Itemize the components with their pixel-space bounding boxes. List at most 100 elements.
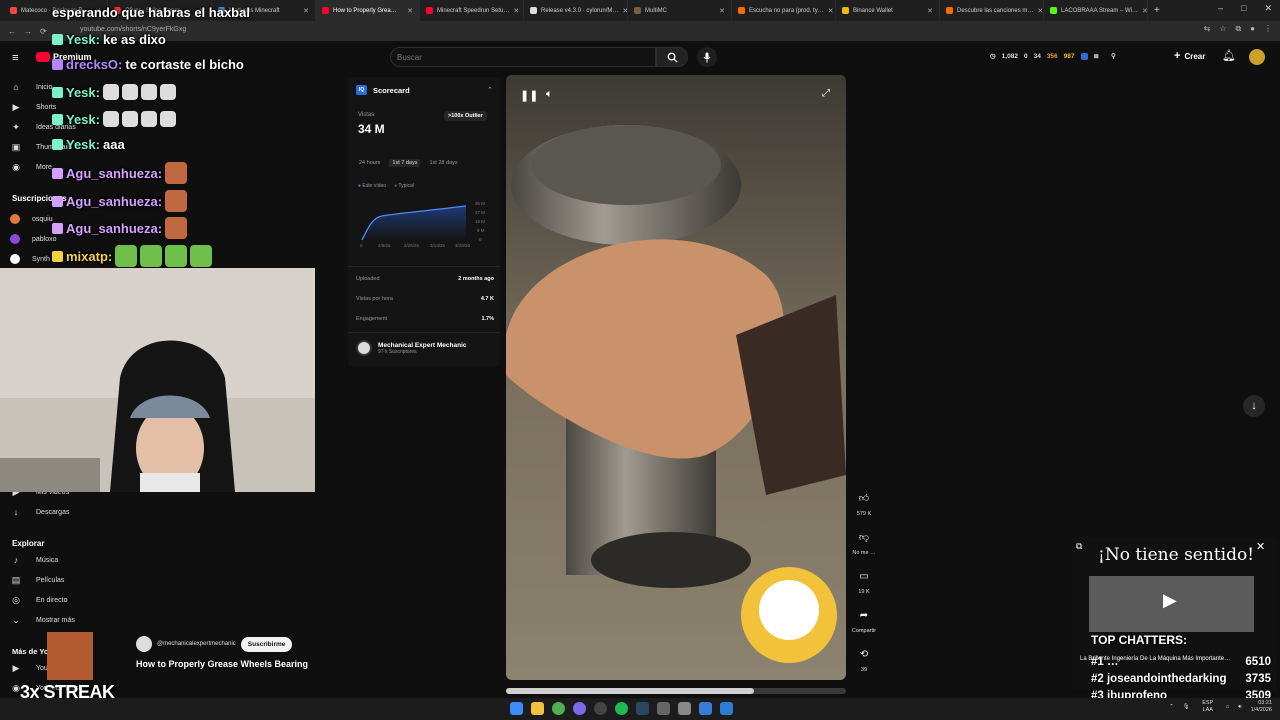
menu-dots-icon[interactable]: ⋮ xyxy=(1264,24,1272,34)
scorecard-channel[interactable]: Mechanical Expert Mechanic 97 k Suscript… xyxy=(356,340,467,356)
tab-24-hours[interactable]: 24 hours xyxy=(356,159,383,167)
chat-message: Yesk: aaa xyxy=(52,137,125,152)
browser-tab[interactable]: LACOBRAAA Stream – Wi… ✕ xyxy=(1044,0,1148,21)
extension-icon[interactable]: ⧉ xyxy=(1235,24,1241,34)
language-indicator[interactable]: ESP LAA xyxy=(1199,700,1217,714)
voice-search-button[interactable] xyxy=(697,47,717,67)
comments-button[interactable]: ▭ 19 K xyxy=(850,566,878,596)
bookmark-star-icon[interactable]: ☆ xyxy=(1219,24,1226,34)
sidebar-item[interactable]: ↓ Descargas xyxy=(10,507,70,517)
pip-icon[interactable]: ⧉ xyxy=(1076,541,1082,552)
sidebar-item[interactable]: ◉ More xyxy=(10,162,52,173)
tab-close-icon[interactable]: ✕ xyxy=(407,7,413,15)
obs-icon[interactable] xyxy=(594,702,607,715)
chrome-icon[interactable] xyxy=(552,702,565,715)
browser-tab[interactable]: Minecraft Speedrun Setu… ✕ xyxy=(420,0,524,21)
forward-icon[interactable]: → xyxy=(24,27,32,36)
settings-icon[interactable] xyxy=(657,702,670,715)
editor-icon[interactable] xyxy=(678,702,691,715)
search-icon xyxy=(667,52,678,63)
extension-puzzle-icon[interactable]: ⚲ xyxy=(1111,52,1116,60)
maximize-button[interactable]: □ xyxy=(1241,3,1246,14)
browser-tab[interactable]: MultiMC ✕ xyxy=(628,0,732,21)
browser-tab[interactable]: How to Properly Grea… ✕ xyxy=(316,0,420,21)
discord-icon[interactable] xyxy=(573,702,586,715)
streamer-webcam xyxy=(0,268,315,492)
scorecard-ext-icon[interactable] xyxy=(1080,52,1088,60)
stat-value: 356 xyxy=(1046,52,1058,60)
vscode-icon[interactable] xyxy=(720,702,733,715)
tab-first-28-days[interactable]: 1st 28 days xyxy=(426,159,460,167)
app-icon[interactable] xyxy=(699,702,712,715)
user-avatar[interactable] xyxy=(1249,49,1265,65)
search-button[interactable] xyxy=(656,47,688,67)
subscription-item[interactable]: osquiu xyxy=(10,214,53,224)
clock[interactable]: 03:21 1/4/2026 xyxy=(1251,700,1272,714)
translate-icon[interactable]: ⇆ xyxy=(1204,24,1211,34)
close-icon[interactable]: ✕ xyxy=(1256,540,1265,553)
subscription-item[interactable]: pabloxo xyxy=(10,234,57,244)
tab-close-icon[interactable]: ✕ xyxy=(828,7,834,15)
tab-close-icon[interactable]: ✕ xyxy=(1037,7,1043,15)
browser-tab[interactable]: Release v4.3.0 · cylorun/M… ✕ xyxy=(524,0,628,21)
play-icon[interactable]: ▶ xyxy=(1163,590,1177,611)
sidebar-item[interactable]: ⌂ Inicio xyxy=(10,82,52,92)
video-progress-bar[interactable] xyxy=(506,688,846,694)
download-icon: ↓ xyxy=(13,507,19,517)
file-explorer-icon[interactable] xyxy=(531,702,544,715)
tab-first-7-days[interactable]: 1st 7 days xyxy=(389,159,421,167)
fullscreen-icon[interactable]: ⤢ xyxy=(822,88,830,99)
browser-tab[interactable]: Binance Wallet ✕ xyxy=(836,0,940,21)
windows-start-icon[interactable] xyxy=(510,702,523,715)
notifications-bell-icon[interactable]: 🔔︎ xyxy=(1222,49,1236,62)
share-button[interactable]: ➦ Compartir xyxy=(850,605,878,635)
close-window-button[interactable]: ✕ xyxy=(1264,3,1272,14)
stat-value: 987 xyxy=(1063,52,1075,60)
tab-close-icon[interactable]: ✕ xyxy=(1142,7,1147,15)
pause-icon[interactable]: ❚❚ xyxy=(520,89,538,102)
tab-close-icon[interactable]: ✕ xyxy=(927,7,933,15)
minimize-button[interactable]: – xyxy=(1218,3,1223,14)
mic-tray-icon[interactable]: 🎙︎ xyxy=(1183,704,1190,710)
like-button[interactable]: 👍︎ 579 K xyxy=(850,488,878,517)
sidebar-item[interactable]: ♪ Música xyxy=(10,555,58,565)
streak-avatar xyxy=(47,632,93,680)
subscribe-button[interactable]: Suscribirme xyxy=(240,636,293,652)
subscription-item[interactable]: Synth xyxy=(10,254,50,264)
tab-close-icon[interactable]: ✕ xyxy=(719,7,725,15)
create-button[interactable]: + Crear xyxy=(1174,50,1205,62)
tab-close-icon[interactable]: ✕ xyxy=(513,7,519,15)
remix-button[interactable]: ⟲ 39 xyxy=(850,644,878,674)
profile-icon[interactable]: ● xyxy=(1250,24,1255,34)
network-icon[interactable]: ⌂ xyxy=(1226,704,1229,710)
new-tab-icon[interactable]: + xyxy=(1154,5,1160,16)
short-video-player[interactable]: ❚❚ 🔈︎ ⤢ xyxy=(506,75,846,680)
chart-ext-icon[interactable]: ≣ xyxy=(1094,52,1099,60)
tab-close-icon[interactable]: ✕ xyxy=(303,7,309,15)
short-title[interactable]: How to Properly Grease Wheels Bearing xyxy=(136,659,308,669)
volume-icon[interactable]: 🔈︎ xyxy=(546,88,553,101)
chat-username: Agu_sanhueza: xyxy=(66,165,163,181)
steam-icon[interactable] xyxy=(636,702,649,715)
channel-handle[interactable]: @mechanicalexpertmechanic xyxy=(157,641,236,647)
reload-icon[interactable]: ⟳ xyxy=(40,27,47,36)
sidebar-item[interactable]: ▶ Shorts xyxy=(10,102,57,113)
channel-avatar[interactable] xyxy=(136,636,152,652)
hamburger-menu-icon[interactable]: ≡ xyxy=(12,52,18,64)
mini-player-video[interactable]: ▶ xyxy=(1089,576,1254,632)
channel-avatar xyxy=(10,234,20,244)
spotify-icon[interactable] xyxy=(615,702,628,715)
search-input[interactable]: Buscar xyxy=(390,47,656,67)
next-short-button[interactable]: ↓ xyxy=(1243,395,1265,417)
collapse-chevron-icon[interactable]: ⌃ xyxy=(487,86,493,94)
browser-tab[interactable]: Escucha no para (prod. ty… ✕ xyxy=(732,0,836,21)
speaker-icon[interactable]: 🔊︎ xyxy=(1238,704,1241,711)
tray-chevron-icon[interactable]: ⌃ xyxy=(1169,704,1174,710)
sidebar-item[interactable]: ▤ Películas xyxy=(10,575,65,586)
legend-typical: ● Typical xyxy=(394,183,414,189)
sidebar-item[interactable]: ⌄ Mostrar más xyxy=(10,615,75,626)
sidebar-item[interactable]: ◎ En directo xyxy=(10,595,67,606)
dislike-button[interactable]: 👎︎ No me … xyxy=(850,527,878,556)
back-icon[interactable]: ← xyxy=(8,27,16,36)
browser-tab[interactable]: Descubre las canciones m… ✕ xyxy=(940,0,1044,21)
